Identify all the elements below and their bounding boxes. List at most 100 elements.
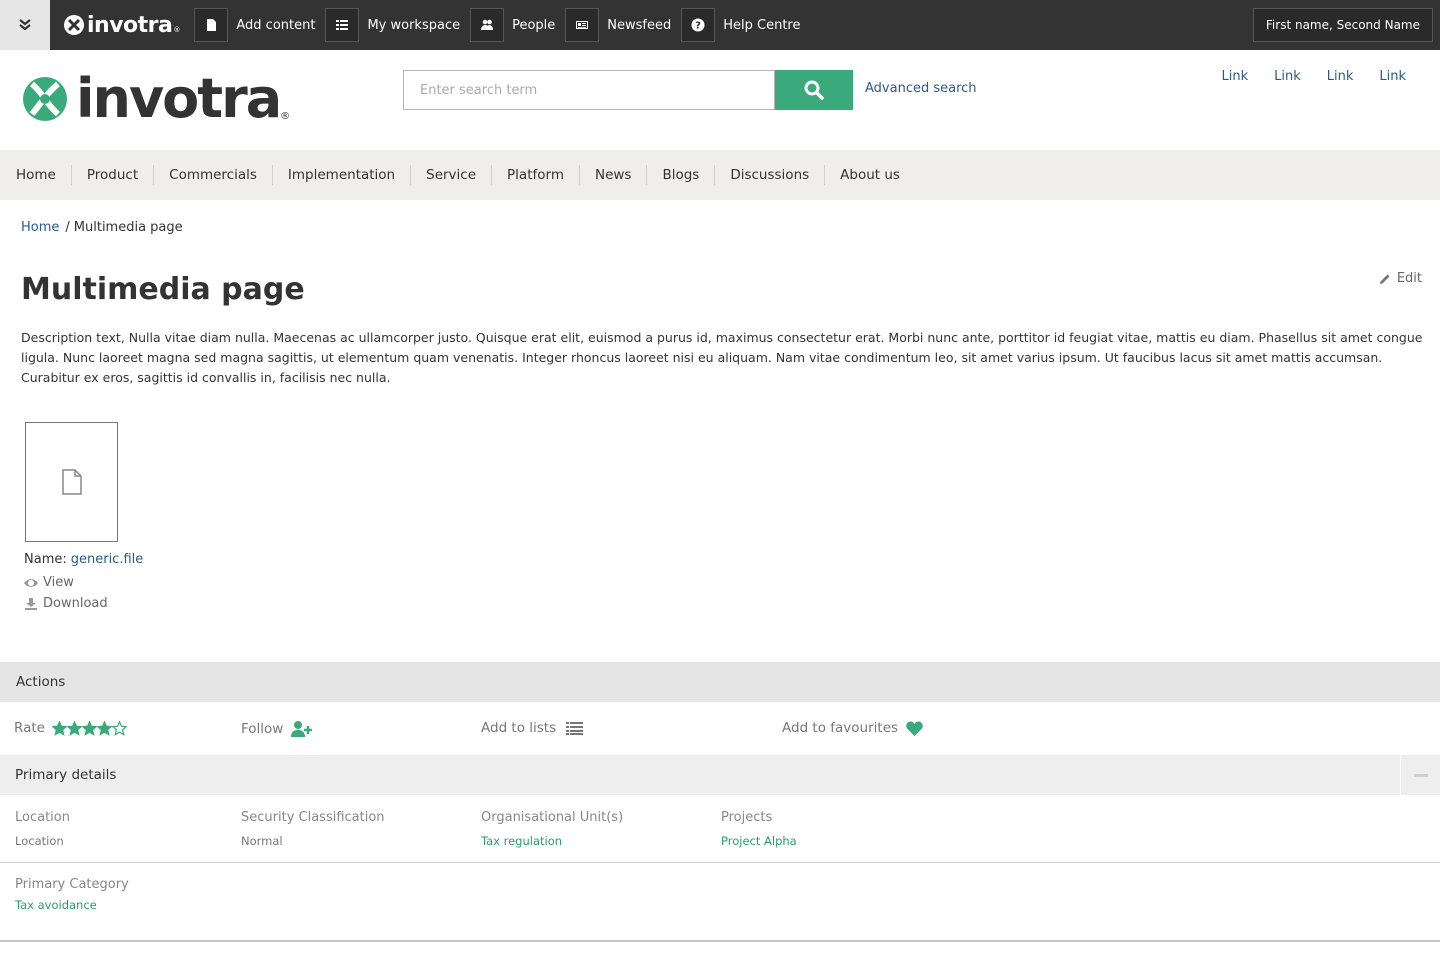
add-to-lists-label: Add to lists — [481, 720, 557, 736]
details-divider — [0, 862, 1440, 863]
add-to-lists-button[interactable]: Add to lists — [481, 720, 584, 736]
menu-toggle-button[interactable] — [0, 0, 50, 50]
projects-label: Projects — [721, 810, 773, 825]
add-content-button[interactable]: Add content — [194, 0, 315, 50]
location-label: Location — [15, 810, 70, 825]
nav-discussions[interactable]: Discussions — [714, 165, 824, 185]
main-navigation: Home Product Commercials Implementation … — [0, 150, 1440, 200]
panel-bottom-border — [0, 940, 1440, 942]
organisational-unit-label: Organisational Unit(s) — [481, 810, 624, 825]
people-label: People — [512, 17, 556, 33]
admin-toolbar: invotra ® Add content My workspace Peopl… — [0, 0, 1440, 50]
nav-implementation[interactable]: Implementation — [271, 165, 410, 185]
primary-category-link[interactable]: Tax avoidance — [15, 898, 97, 912]
search-button[interactable] — [775, 70, 853, 110]
newsfeed-button[interactable]: Newsfeed — [565, 0, 671, 50]
add-user-icon — [291, 721, 313, 737]
nav-home[interactable]: Home — [16, 165, 71, 185]
star-filled-icon[interactable] — [96, 720, 112, 736]
star-filled-icon[interactable] — [81, 720, 97, 736]
page-description: Description text, Nulla vitae diam nulla… — [21, 330, 1423, 385]
file-view-label: View — [43, 575, 74, 590]
edit-button[interactable]: Edit — [1379, 271, 1422, 286]
minus-icon — [1413, 773, 1428, 777]
header-link-1[interactable]: Link — [1222, 69, 1249, 84]
actions-title: Actions — [16, 674, 66, 690]
toolbar-brand-reg: ® — [173, 26, 181, 34]
nav-news[interactable]: News — [578, 165, 646, 185]
file-name: Name: generic.file — [24, 552, 143, 567]
pencil-icon — [1379, 274, 1390, 284]
primary-category-label: Primary Category — [15, 877, 129, 892]
help-icon: ? — [691, 18, 705, 32]
user-menu-button[interactable]: First name, Second Name — [1252, 8, 1433, 42]
help-centre-button[interactable]: ? Help Centre — [681, 0, 801, 50]
add-content-label: Add content — [236, 17, 316, 33]
primary-details-header[interactable]: Primary details — [0, 755, 1440, 795]
toolbar-logo[interactable]: invotra ® — [50, 0, 194, 50]
file-view-link[interactable]: View — [24, 575, 74, 590]
heart-icon — [906, 721, 923, 736]
generic-file-icon — [61, 469, 82, 495]
my-workspace-button[interactable]: My workspace — [325, 0, 460, 50]
people-icon — [481, 19, 494, 30]
security-classification-label: Security Classification — [241, 810, 385, 825]
advanced-search-link[interactable]: Advanced search — [865, 81, 977, 96]
projects-link[interactable]: Project Alpha — [721, 834, 797, 848]
eye-icon — [24, 578, 38, 587]
site-brand-reg: ® — [280, 110, 291, 122]
document-icon — [207, 19, 217, 31]
organisational-unit-link[interactable]: Tax regulation — [481, 834, 562, 848]
page-title: Multimedia page — [21, 272, 305, 307]
nav-about-us[interactable]: About us — [824, 165, 915, 185]
header-link-2[interactable]: Link — [1274, 69, 1301, 84]
site-logo[interactable]: invotra ® — [22, 72, 290, 126]
file-download-label: Download — [43, 596, 108, 611]
follow-label: Follow — [241, 721, 284, 737]
star-filled-icon[interactable] — [51, 720, 67, 736]
file-name-label: Name: — [24, 552, 67, 567]
nav-service[interactable]: Service — [410, 165, 491, 185]
rate-control: Rate — [14, 720, 127, 736]
breadcrumb-current: Multimedia page — [73, 220, 183, 235]
search-icon — [804, 80, 824, 100]
people-button[interactable]: People — [470, 0, 555, 50]
file-name-link[interactable]: generic.file — [71, 552, 144, 567]
newsfeed-label: Newsfeed — [607, 17, 672, 33]
nav-blogs[interactable]: Blogs — [646, 165, 714, 185]
invotra-logo-icon — [23, 77, 67, 121]
invotra-logo-icon — [64, 15, 84, 35]
file-thumbnail[interactable] — [25, 422, 118, 542]
location-value: Location — [15, 834, 64, 848]
nav-commercials[interactable]: Commercials — [153, 165, 272, 185]
rating-stars — [51, 720, 127, 736]
search-input[interactable] — [403, 70, 775, 110]
double-chevron-down-icon — [19, 19, 31, 31]
breadcrumb: Home / Multimedia page — [21, 220, 183, 235]
search-form — [403, 70, 853, 110]
add-to-favourites-button[interactable]: Add to favourites — [782, 720, 923, 736]
list-icon — [336, 20, 349, 30]
header-links: Link Link Link Link — [1222, 69, 1407, 84]
primary-details-title: Primary details — [15, 767, 117, 783]
nav-product[interactable]: Product — [70, 165, 153, 185]
follow-button[interactable]: Follow — [241, 720, 313, 738]
header-link-3[interactable]: Link — [1327, 69, 1354, 84]
newspaper-icon — [576, 21, 589, 29]
help-centre-label: Help Centre — [723, 17, 801, 33]
breadcrumb-separator: / — [65, 220, 70, 235]
collapse-button[interactable] — [1400, 755, 1440, 795]
rate-label: Rate — [14, 720, 45, 736]
star-empty-icon[interactable] — [111, 720, 127, 736]
nav-platform[interactable]: Platform — [491, 165, 579, 185]
breadcrumb-home-link[interactable]: Home — [21, 220, 59, 235]
download-icon — [25, 597, 37, 610]
actions-row: Rate Follow Add to lists Add to favourit… — [0, 702, 1440, 755]
actions-panel-header: Actions — [0, 662, 1440, 702]
star-filled-icon[interactable] — [66, 720, 82, 736]
file-download-link[interactable]: Download — [24, 596, 108, 611]
toolbar-brand: invotra — [87, 12, 173, 38]
security-classification-value: Normal — [241, 834, 283, 848]
my-workspace-label: My workspace — [367, 17, 461, 33]
header-link-4[interactable]: Link — [1379, 69, 1406, 84]
